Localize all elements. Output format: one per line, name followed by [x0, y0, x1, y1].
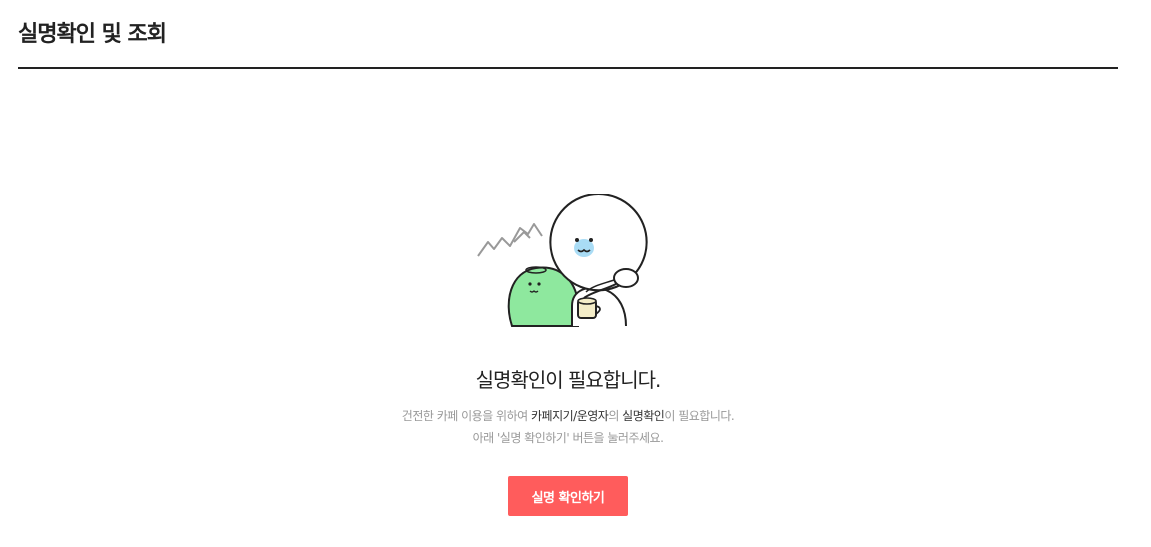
description-emphasis-manager: 카페지기/운영자	[530, 409, 609, 423]
character-with-teacup-illustration	[477, 194, 648, 327]
verify-identity-button[interactable]: 실명 확인하기	[508, 476, 628, 516]
description-emphasis-verification: 실명확인	[622, 409, 665, 423]
page: 실명확인 및 조회 실명확인이 필요합니다. 건전한 카페 이용을 위하여 카페…	[0, 0, 1151, 547]
description-line-1: 건전한 카페 이용을 위하여 카페지기/운영자의 실명확인이 필요합니다.	[0, 405, 1136, 427]
page-title: 실명확인 및 조회	[18, 22, 167, 47]
description-line-1-suffix: 이 필요합니다.	[664, 409, 735, 423]
description-line-1-prefix: 건전한 카페 이용을 위하여	[401, 409, 531, 423]
empty-state-headline: 실명확인이 필요합니다.	[475, 368, 662, 392]
description-line-1-middle: 의	[608, 409, 623, 423]
description-line-2: 아래 '실명 확인하기' 버튼을 눌러주세요.	[472, 431, 664, 445]
title-divider	[18, 67, 1118, 69]
empty-state-description: 건전한 카페 이용을 위하여 카페지기/운영자의 실명확인이 필요합니다. 아래…	[0, 405, 1136, 449]
